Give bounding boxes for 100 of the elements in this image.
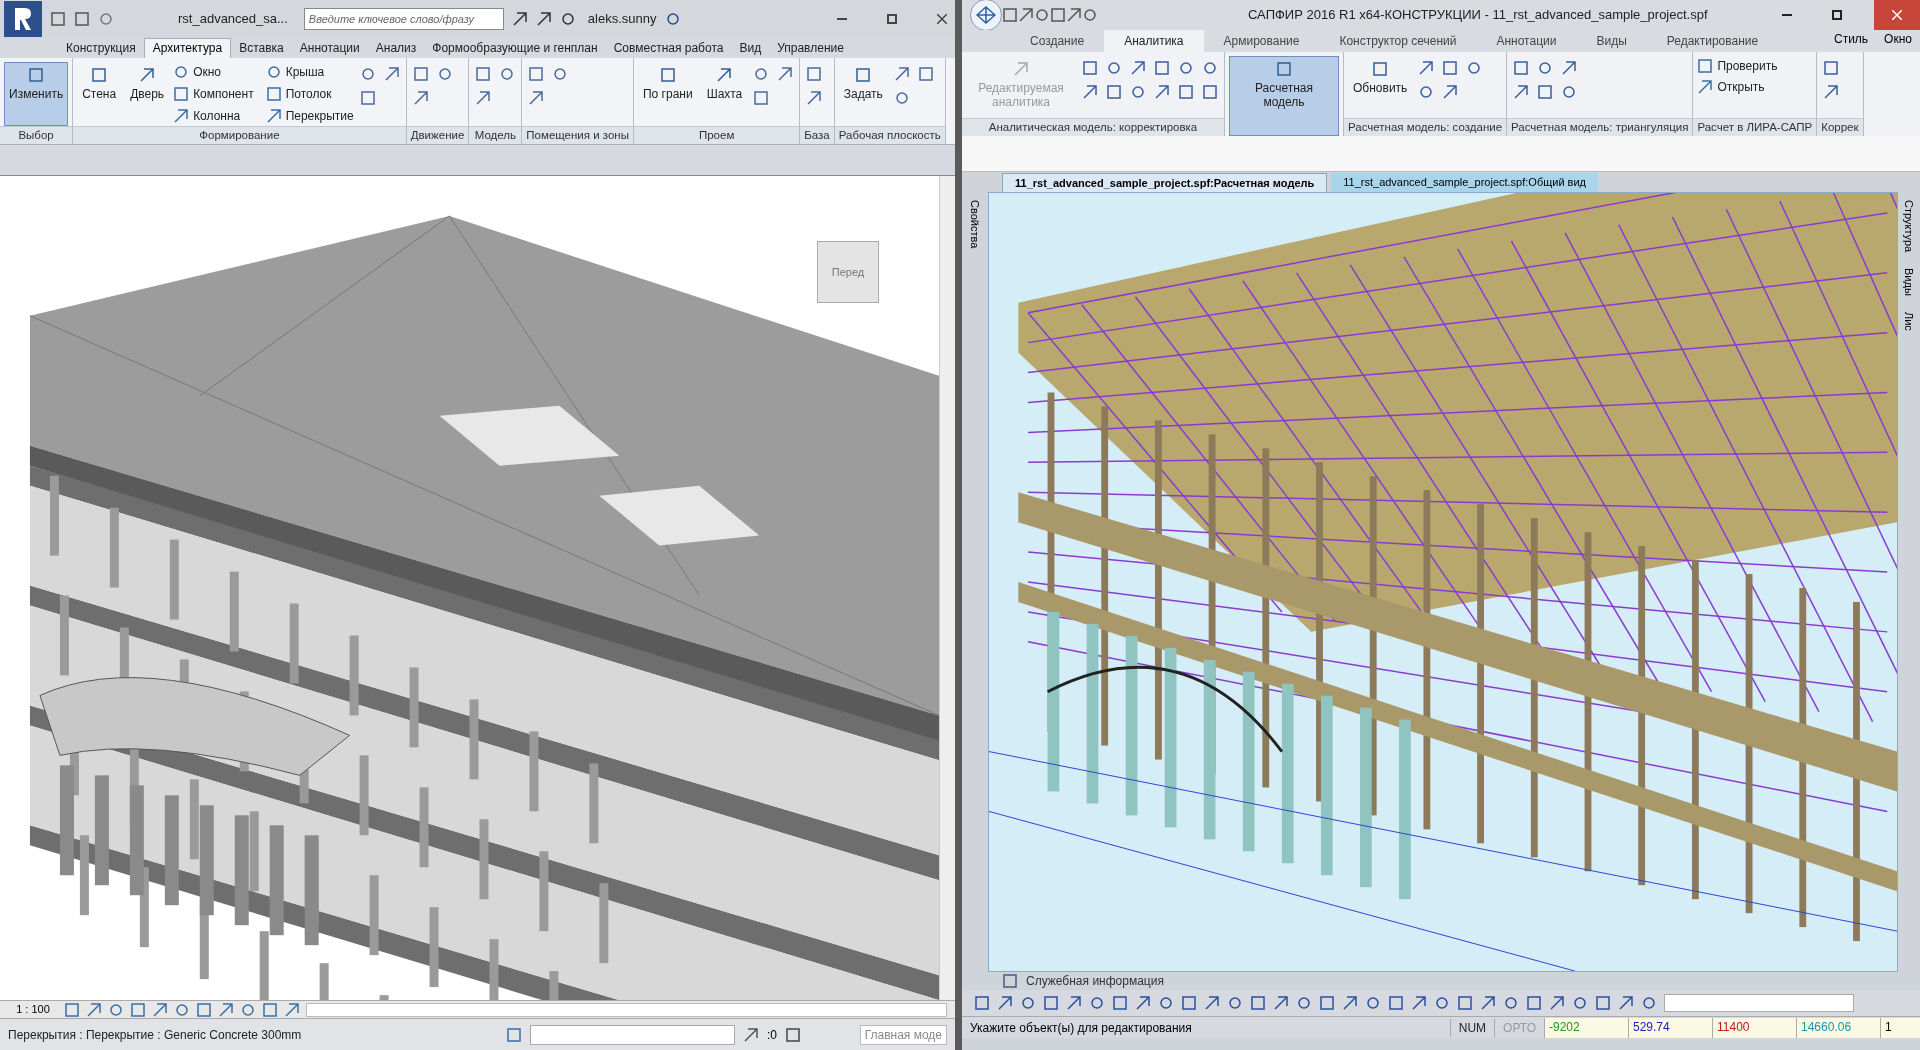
tool-icon[interactable] bbox=[265, 85, 282, 102]
tool-icon[interactable] bbox=[893, 90, 910, 106]
toolbar-icon[interactable] bbox=[1296, 995, 1312, 1011]
tool-icon[interactable] bbox=[1276, 61, 1292, 77]
tool-icon[interactable] bbox=[1466, 60, 1483, 76]
ribbon-button[interactable]: Колонна bbox=[173, 105, 254, 126]
ribbon-button[interactable]: Перекрытие bbox=[265, 105, 354, 126]
ribbon-button[interactable]: Окно bbox=[173, 62, 254, 82]
quick-access-icon[interactable] bbox=[1050, 7, 1066, 23]
search-field[interactable]: Введите ключевое слово/фразу bbox=[303, 8, 504, 30]
toolbar-icon[interactable] bbox=[1503, 995, 1519, 1011]
toolbar-icon[interactable] bbox=[1135, 995, 1151, 1011]
toolbar-icon[interactable] bbox=[997, 995, 1013, 1011]
dock-tab[interactable]: Структура bbox=[1900, 200, 1918, 253]
tool-icon[interactable] bbox=[1697, 57, 1714, 74]
tool-icon[interactable] bbox=[1154, 60, 1170, 76]
toolbar-icon[interactable] bbox=[1411, 995, 1427, 1011]
ribbon-tab[interactable]: Аннотации bbox=[291, 38, 368, 58]
tool-icon[interactable] bbox=[173, 63, 190, 80]
tool-icon[interactable] bbox=[777, 66, 794, 82]
tool-icon[interactable] bbox=[1537, 60, 1554, 76]
tool-icon[interactable] bbox=[1697, 78, 1714, 95]
ribbon-tab[interactable]: Формообразующие и генплан bbox=[424, 38, 606, 58]
view-control-icon[interactable] bbox=[262, 1001, 278, 1018]
tool-icon[interactable] bbox=[528, 66, 545, 82]
scrollbar[interactable] bbox=[939, 175, 955, 1001]
tool-icon[interactable] bbox=[1442, 84, 1459, 100]
ribbon-button[interactable]: Проверить bbox=[1697, 56, 1778, 76]
ribbon-button[interactable]: Шахта bbox=[701, 62, 748, 126]
toolbar-icon[interactable] bbox=[1089, 995, 1105, 1011]
ribbon-button[interactable]: Стена bbox=[77, 62, 122, 126]
toolbar-icon[interactable] bbox=[1434, 995, 1450, 1011]
close-icon[interactable] bbox=[937, 14, 947, 24]
menu-item[interactable]: Окно bbox=[1876, 30, 1920, 52]
ribbon-button[interactable]: Обновить bbox=[1348, 56, 1413, 118]
tool-icon[interactable] bbox=[1513, 84, 1530, 100]
tool-icon[interactable] bbox=[412, 90, 429, 106]
tool-icon[interactable] bbox=[265, 107, 282, 124]
tool-icon[interactable] bbox=[1442, 60, 1459, 76]
maximize-icon[interactable] bbox=[1832, 10, 1842, 20]
tool-icon[interactable] bbox=[1106, 84, 1122, 100]
toolbar-icon[interactable] bbox=[1043, 995, 1059, 1011]
tool-icon[interactable] bbox=[1537, 84, 1554, 100]
view-control-icon[interactable] bbox=[152, 1001, 168, 1018]
dock-tab[interactable]: Свойства bbox=[966, 200, 984, 249]
ribbon-tab[interactable]: Армирование bbox=[1203, 30, 1320, 52]
toolbar-icon[interactable] bbox=[1273, 995, 1289, 1011]
ribbon-tab[interactable]: Архитектура bbox=[143, 38, 232, 58]
toolbar-icon[interactable] bbox=[1572, 995, 1588, 1011]
tool-icon[interactable] bbox=[1178, 84, 1194, 100]
view-control-icon[interactable] bbox=[240, 1001, 256, 1018]
tool-icon[interactable] bbox=[265, 63, 282, 80]
toolbar-icon[interactable] bbox=[1549, 995, 1565, 1011]
tool-icon[interactable] bbox=[806, 90, 823, 106]
quick-access-icon[interactable] bbox=[1002, 7, 1018, 23]
ribbon-button[interactable]: Компонент bbox=[173, 83, 254, 104]
ribbon-tab[interactable]: Конструкция bbox=[58, 38, 144, 58]
tool-icon[interactable] bbox=[139, 67, 156, 83]
tool-icon[interactable] bbox=[173, 107, 190, 124]
toolbar-icon[interactable] bbox=[1342, 995, 1358, 1011]
tool-icon[interactable] bbox=[806, 66, 823, 82]
status-indicator[interactable]: NUM bbox=[1449, 1018, 1495, 1037]
ribbon-tab[interactable]: Вставка bbox=[231, 38, 292, 58]
dock-tab[interactable]: Лис bbox=[1900, 312, 1918, 331]
tool-icon[interactable] bbox=[1418, 84, 1435, 100]
tool-icon[interactable] bbox=[528, 90, 545, 106]
ribbon-tab[interactable]: Управление bbox=[769, 38, 852, 58]
toolbar-icon[interactable] bbox=[1319, 995, 1335, 1011]
ribbon-button[interactable]: Дверь bbox=[125, 62, 170, 126]
tool-icon[interactable] bbox=[1082, 60, 1098, 76]
view-control-icon[interactable] bbox=[108, 1001, 124, 1018]
ribbon-button[interactable]: Потолок bbox=[265, 83, 354, 104]
view-control-icon[interactable] bbox=[196, 1001, 212, 1018]
tool-icon[interactable] bbox=[1178, 60, 1194, 76]
tool-icon[interactable] bbox=[436, 66, 453, 82]
ribbon-tab[interactable]: Аналитика bbox=[1104, 30, 1204, 52]
view-control-icon[interactable] bbox=[86, 1001, 102, 1018]
view-control-icon[interactable] bbox=[130, 1001, 146, 1018]
tool-icon[interactable] bbox=[753, 66, 770, 82]
scrollbar[interactable] bbox=[306, 1002, 947, 1017]
toolbar-icon[interactable] bbox=[1388, 995, 1404, 1011]
toolbar-icon[interactable] bbox=[1457, 995, 1473, 1011]
toolbar-icon[interactable] bbox=[1250, 995, 1266, 1011]
tool-icon[interactable] bbox=[1130, 60, 1146, 76]
ribbon-tab[interactable]: Вид bbox=[731, 38, 770, 58]
ribbon-tab[interactable]: Конструктор сечений bbox=[1319, 30, 1477, 52]
tool-icon[interactable] bbox=[1561, 84, 1578, 100]
ribbon-button[interactable]: Крыша bbox=[265, 62, 354, 82]
tool-icon[interactable] bbox=[753, 90, 770, 106]
quick-access-icon[interactable] bbox=[1082, 7, 1098, 23]
ribbon-button[interactable]: Открыть bbox=[1697, 77, 1778, 97]
tool-icon[interactable] bbox=[659, 67, 676, 83]
tool-icon[interactable] bbox=[1202, 60, 1218, 76]
tool-icon[interactable] bbox=[552, 66, 569, 82]
tool-icon[interactable] bbox=[1561, 60, 1578, 76]
app-logo-icon[interactable] bbox=[4, 1, 42, 37]
ribbon-tab[interactable]: Виды bbox=[1576, 30, 1647, 52]
tool-icon[interactable] bbox=[1106, 60, 1122, 76]
toolbar-icon[interactable] bbox=[1112, 995, 1128, 1011]
ribbon-button[interactable]: Изменить bbox=[4, 62, 69, 126]
